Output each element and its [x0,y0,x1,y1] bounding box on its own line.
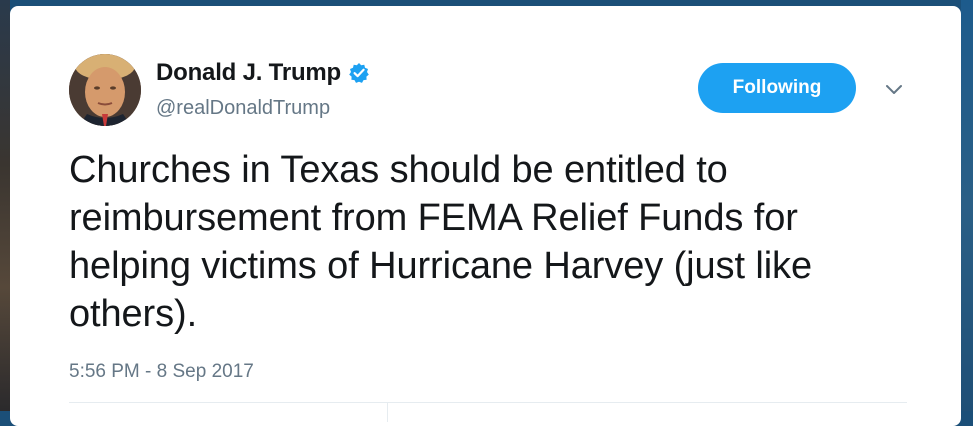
tweet-text: Churches in Texas should be entitled to … [69,149,812,335]
stats-divider [387,402,388,422]
author-display-name[interactable]: Donald J. Trump [156,59,341,87]
background-right-edge [961,0,973,411]
verified-badge-icon [348,62,370,84]
author-handle[interactable]: @realDonaldTrump [156,97,330,120]
chevron-down-icon[interactable] [883,78,905,100]
avatar[interactable] [69,54,141,126]
tweet-timestamp[interactable]: 5:56 PM - 8 Sep 2017 [69,361,254,383]
background-left-edge [0,0,10,411]
divider [69,402,907,403]
tweet-card: Donald J. Trump @realDonaldTrump Followi… [10,6,961,426]
following-button[interactable]: Following [698,63,856,113]
author-name-row: Donald J. Trump [156,58,370,88]
